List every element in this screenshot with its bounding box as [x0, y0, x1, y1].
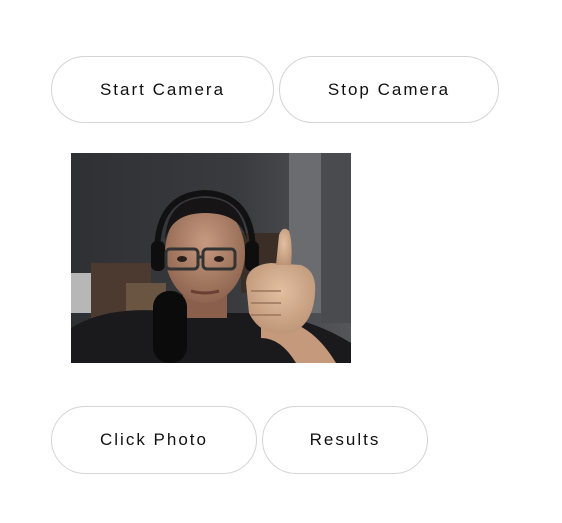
camera-preview	[71, 153, 351, 363]
start-camera-button[interactable]: Start Camera	[51, 56, 274, 123]
webcam-video-frame	[71, 153, 351, 363]
click-photo-button[interactable]: Click Photo	[51, 406, 257, 474]
camera-app: Start Camera Stop Camera Click Photo Res…	[0, 0, 562, 523]
results-label: Results	[309, 430, 381, 449]
results-button[interactable]: Results	[262, 406, 428, 474]
start-camera-label: Start Camera	[99, 79, 226, 99]
click-photo-label: Click Photo	[100, 430, 208, 449]
stop-camera-button[interactable]: Stop Camera	[279, 56, 499, 123]
stop-camera-label: Stop Camera	[327, 79, 451, 99]
